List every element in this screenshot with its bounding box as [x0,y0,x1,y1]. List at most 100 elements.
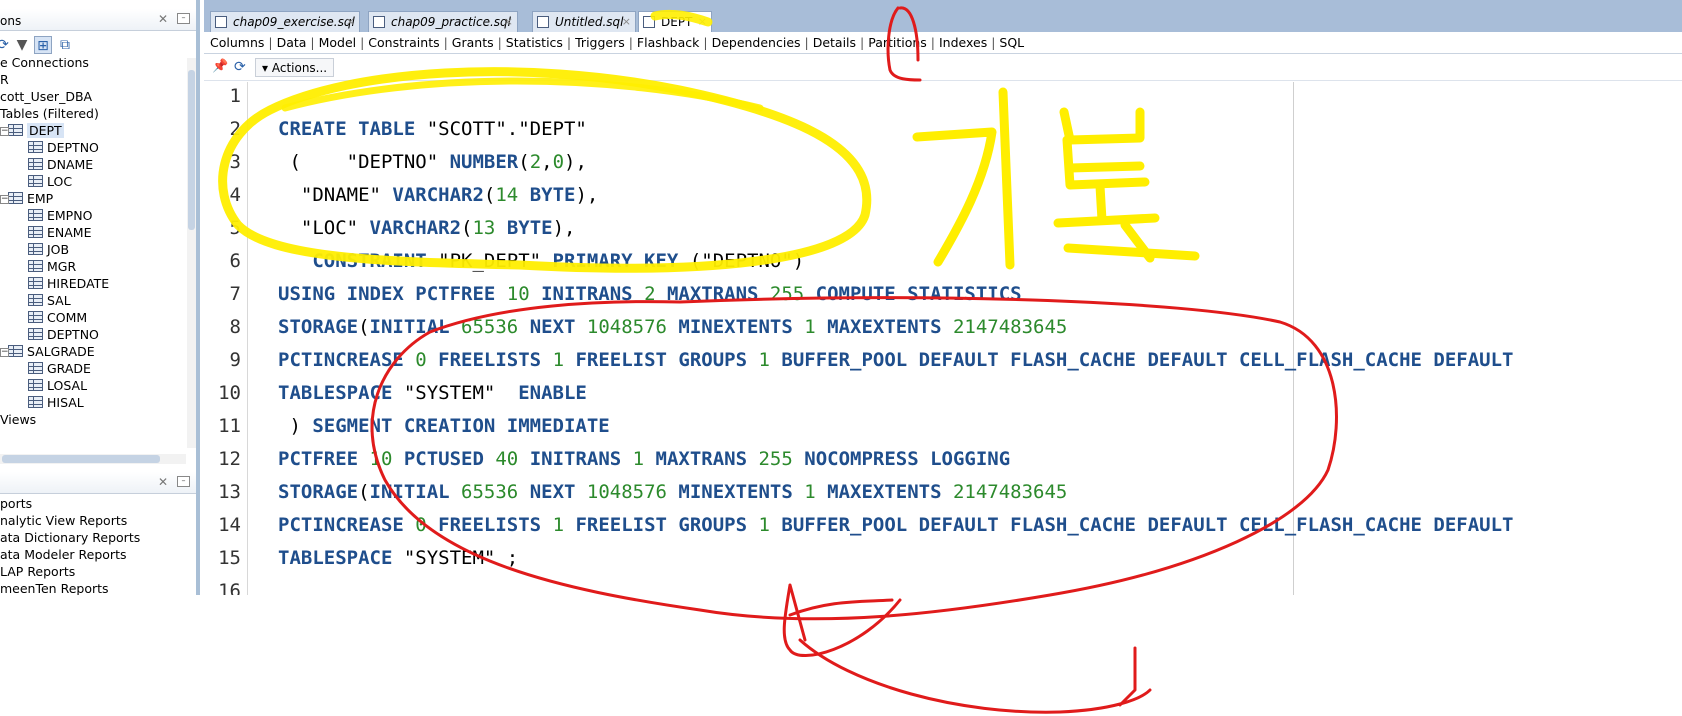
subtab-separator: | [856,35,869,50]
sql-text: "SYSTEM" ; [403,547,519,569]
close-icon[interactable]: ✕ [158,12,168,26]
document-tab[interactable]: chap09_exercise.sql × [210,11,360,32]
tree-item[interactable]: Views [0,411,36,429]
close-icon[interactable]: × [622,12,631,32]
sql-keyword: PCTUSED [392,448,496,470]
tree-item-column[interactable]: LOSAL [28,377,87,395]
subtab-triggers[interactable]: Triggers [575,35,625,50]
line-number: 15 [218,547,241,569]
tree-item-column[interactable]: HISAL [28,394,84,412]
tree-item-column[interactable]: ENAME [28,224,91,242]
sql-text: ), [575,184,599,206]
tree-item-label: JOB [47,242,70,257]
tree-item-column[interactable]: EMPNO [28,207,92,225]
tree-item-table[interactable]: SALGRADE [8,343,95,361]
tree-item-column[interactable]: HIREDATE [28,275,109,293]
collapse-icon[interactable]: − [0,195,9,204]
subtab-statistics[interactable]: Statistics [506,35,563,50]
tree-horizontal-scrollbar[interactable] [0,454,186,464]
tree-vertical-scrollbar[interactable] [187,58,196,448]
reports-item[interactable]: LAP Reports [0,563,75,581]
tree-item-column[interactable]: COMM [28,309,87,327]
sql-keyword: NOCOMPRESS LOGGING [792,448,1011,470]
table-icon [643,16,655,28]
sql-text: "SCOTT"."DEPT" [426,118,587,140]
tree-item[interactable]: cott_User_DBA [0,88,92,106]
sql-number: 1 [632,448,645,470]
tree-item-column[interactable]: MGR [28,258,76,276]
tree-item-column[interactable]: LOC [28,173,72,191]
reports-item[interactable]: ports [0,496,32,513]
sql-keyword: STORAGE [278,481,359,503]
subtab-model[interactable]: Model [319,35,357,50]
sql-keyword: BUFFER_POOL DEFAULT FLASH_CACHE DEFAULT … [769,514,1514,536]
close-icon[interactable]: × [698,12,707,32]
document-tab-label: Untitled.sql [555,15,624,29]
tree-item-table[interactable]: EMP [8,190,53,208]
document-tab[interactable]: chap09_practice.sql × [368,11,518,32]
reports-item[interactable]: ata Dictionary Reports [0,529,140,547]
document-tab[interactable]: Untitled.sql × [532,11,636,32]
reports-item[interactable]: nalytic View Reports [0,512,127,530]
tree-item-column[interactable]: JOB [28,241,69,259]
tree-item-column[interactable]: DEPTNO [28,139,99,157]
sql-text: ), [564,151,587,173]
subtab-columns[interactable]: Columns [210,35,264,50]
filter-icon[interactable]: ▼ [13,36,31,54]
sql-number: 1 [552,514,565,536]
collapse-icon[interactable]: − [0,127,9,136]
close-icon[interactable]: × [346,12,355,32]
tree-item-column[interactable]: GRADE [28,360,91,378]
close-icon[interactable]: ✕ [158,475,168,489]
subtab-dependencies[interactable]: Dependencies [712,35,801,50]
subtab-partitions[interactable]: Partitions [868,35,927,50]
collapse-icon[interactable]: − [0,348,9,357]
document-tab[interactable]: DEPT × [638,11,712,32]
tree-item-label: SAL [47,293,71,308]
minimize-icon[interactable]: – [177,476,190,487]
sql-number: 1 [758,349,770,371]
subtab-indexes[interactable]: Indexes [939,35,987,50]
reports-item[interactable]: meenTen Reports [0,580,109,595]
sql-code-area[interactable]: 1 2 3 4 5 6 7 8 9 10 11 12 13 14 15 16 CREATE TABLE "SC… [204,82,1682,595]
object-subtabs: Columns | Data | Model | Constraints | G… [204,32,1682,54]
subtab-details[interactable]: Details [813,35,856,50]
tree-item-column[interactable]: DNAME [28,156,93,174]
code-line: PCTINCREASE 0 FREELISTS 1 FREELIST GROUP… [278,344,1514,377]
refresh-icon[interactable]: ⟳ [0,36,12,54]
subtab-flashback[interactable]: Flashback [637,35,699,50]
minimize-icon[interactable]: – [177,13,190,24]
subtab-constraints[interactable]: Constraints [368,35,439,50]
column-icon [28,243,43,255]
line-number: 13 [218,481,241,503]
tree-item[interactable]: R [0,71,9,89]
sql-text: , [541,151,553,173]
actions-button[interactable]: ▾ Actions... [255,58,335,77]
subtab-data[interactable]: Data [277,35,307,50]
pin-icon[interactable]: 📌 [212,60,228,74]
sql-number: 65536 [461,481,519,503]
sql-number: 1 [804,481,816,503]
schema-browser-icon[interactable]: ⊞ [34,36,52,54]
line-number: 14 [218,514,241,536]
line-number: 7 [229,283,241,305]
tree-item-label: DEPT [27,123,64,138]
column-icon [28,260,43,272]
tree-item-column[interactable]: SAL [28,292,71,310]
tree-item-column[interactable]: DEPTNO [28,326,99,344]
subtab-separator: | [624,35,637,50]
subtab-separator: | [699,35,712,50]
tree-item-table[interactable]: DEPT [8,122,64,140]
refresh-icon[interactable]: ⟳ [234,59,250,75]
collapse-all-icon[interactable]: ⧉ [56,36,74,54]
sql-keyword: MAXTRANS [644,448,759,470]
sql-keyword: CREATE TABLE [278,118,427,140]
tree-item[interactable]: Tables (Filtered) [0,105,99,123]
subtab-sql[interactable]: SQL [999,35,1024,50]
subtab-grants[interactable]: Grants [452,35,494,50]
tree-item[interactable]: e Connections [0,58,89,72]
reports-item[interactable]: ata Modeler Reports [0,546,126,564]
close-icon[interactable]: × [504,12,513,32]
table-icon [8,192,23,204]
connections-panel-header: ons ✕ – [0,9,196,31]
